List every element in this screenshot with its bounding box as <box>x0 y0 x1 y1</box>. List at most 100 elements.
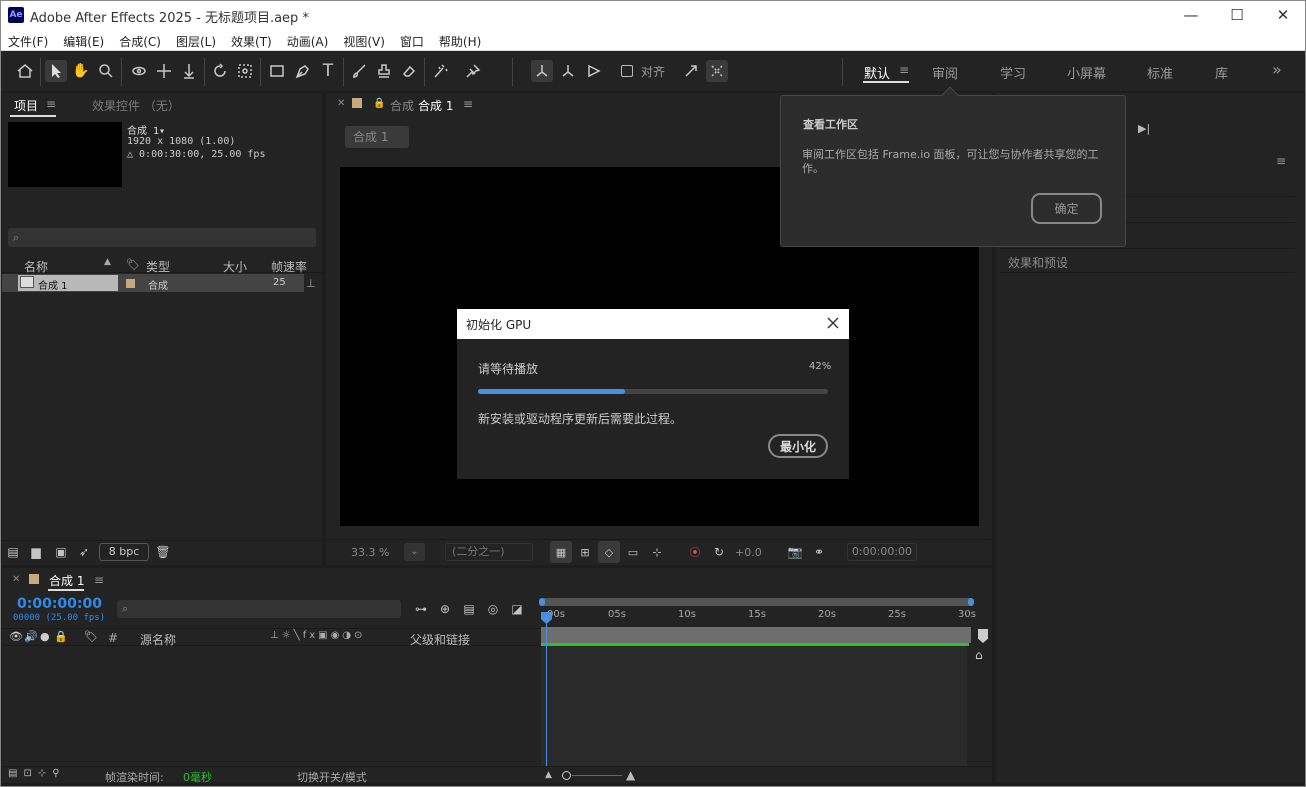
column-frame-rate[interactable]: 帧速率 <box>271 258 307 275</box>
menu-composition[interactable]: 合成(C) <box>111 30 168 50</box>
comp-panel-menu-icon[interactable]: ≡ <box>463 97 473 111</box>
tooltip-ok-button[interactable]: 确定 <box>1031 193 1102 224</box>
magnification-value[interactable]: 33.3 % <box>351 546 389 559</box>
timeline-menu-icon[interactable]: ≡ <box>94 573 104 587</box>
time-ruler[interactable]: 00s 05s 10s 15s 20s 25s 30s <box>541 607 976 627</box>
timeline-tab-name[interactable]: 合成 1 <box>49 572 84 589</box>
frame-blending-icon[interactable]: ◎ <box>482 598 504 620</box>
minimize-button[interactable]: — <box>1168 0 1214 30</box>
work-area-bar[interactable] <box>541 598 974 606</box>
menu-view[interactable]: 视图(V) <box>335 30 392 50</box>
toggle-switches-modes-button[interactable]: 切换开关/模式 <box>297 769 367 785</box>
source-name-column[interactable]: 源名称 <box>140 631 176 648</box>
hide-shy-layers-icon[interactable]: ▤ <box>458 598 480 620</box>
column-type[interactable]: 类型 <box>146 258 170 275</box>
local-axis-mode-icon[interactable] <box>531 60 553 82</box>
snap-grid-icon[interactable] <box>706 60 728 82</box>
tab-effect-controls[interactable]: 效果控件 （无） <box>92 97 180 114</box>
hand-tool-icon[interactable]: ✋ <box>70 60 92 82</box>
pan-behind-tool-icon[interactable] <box>234 60 256 82</box>
selection-tool-icon[interactable] <box>45 60 67 82</box>
chevron-down-icon[interactable]: ⌄ <box>404 543 425 561</box>
column-name[interactable]: 名称 <box>24 258 48 275</box>
clone-stamp-tool-icon[interactable] <box>373 60 395 82</box>
menu-help[interactable]: 帮助(H) <box>431 30 488 50</box>
roto-brush-tool-icon[interactable] <box>430 60 452 82</box>
home-icon[interactable] <box>14 60 36 82</box>
workspace-menu-icon[interactable]: ≡ <box>899 63 909 77</box>
world-axis-mode-icon[interactable] <box>557 60 579 82</box>
minimize-dialog-button[interactable]: 最小化 <box>768 434 828 458</box>
workspace-standard-tab[interactable]: 标准 <box>1147 63 1173 82</box>
orbit-camera-tool-icon[interactable] <box>128 60 150 82</box>
snap-feature-icon[interactable] <box>680 60 702 82</box>
flowchart-icon[interactable]: ⊥ <box>306 277 316 290</box>
close-tab-icon[interactable]: ✕ <box>12 574 20 585</box>
dolly-camera-tool-icon[interactable] <box>178 60 200 82</box>
menu-effect[interactable]: 效果(T) <box>223 30 279 50</box>
draft-3d-icon[interactable]: ⊕ <box>434 598 456 620</box>
timeline-zoom-slider-handle[interactable] <box>562 771 571 780</box>
mask-visibility-icon[interactable]: ◇ <box>598 541 620 563</box>
menu-file[interactable]: 文件(F) <box>0 30 55 50</box>
workspace-review-tab[interactable]: 审阅 <box>932 63 958 82</box>
lock-icon[interactable]: 🔒 <box>373 98 385 109</box>
solo-icon[interactable]: ● <box>40 630 50 643</box>
comp-tab-name[interactable]: 合成 1 <box>418 97 453 114</box>
fast-previews-icon[interactable]: ▦ <box>550 541 572 563</box>
maximize-button[interactable]: ☐ <box>1214 0 1260 30</box>
label-color-swatch[interactable] <box>126 279 135 288</box>
column-size[interactable]: 大小 <box>223 258 247 275</box>
effects-presets-header[interactable]: 效果和预设 <box>1008 254 1068 271</box>
zoom-in-icon[interactable]: ▲ <box>626 768 635 782</box>
label-tag-icon[interactable]: 🏷 <box>84 630 98 643</box>
current-time-display[interactable]: 0:00:00:00 <box>17 596 102 612</box>
new-composition-icon[interactable]: ▣ <box>50 541 72 563</box>
text-tool-icon[interactable]: T <box>317 60 339 82</box>
workspace-overflow-icon[interactable]: » <box>1272 60 1282 79</box>
comp-button-icon[interactable]: ⌂ <box>975 648 983 662</box>
show-snapshot-icon[interactable]: ⚭ <box>808 541 830 563</box>
brush-tool-icon[interactable] <box>348 60 370 82</box>
eraser-tool-icon[interactable] <box>398 60 420 82</box>
menu-edit[interactable]: 编辑(E) <box>55 30 111 50</box>
bpc-button[interactable]: 8 bpc <box>99 543 149 561</box>
view-axis-mode-icon[interactable] <box>583 60 605 82</box>
render-queue-icon[interactable]: ➶ <box>73 541 95 563</box>
snapping-checkbox[interactable] <box>621 65 633 77</box>
rectangle-tool-icon[interactable] <box>266 60 288 82</box>
menu-animation[interactable]: 动画(A) <box>279 30 336 50</box>
timeline-track-area[interactable] <box>541 646 967 766</box>
puppet-pin-tool-icon[interactable] <box>462 60 484 82</box>
audio-speaker-icon[interactable]: 🔊 <box>24 630 38 643</box>
interpret-footage-icon[interactable]: ▤ <box>2 541 24 563</box>
color-channels-icon[interactable]: ⦿ <box>684 541 706 563</box>
viewer-timecode[interactable]: 0:00:00:00 <box>847 543 917 561</box>
transparency-grid-icon[interactable]: ⊞ <box>574 541 596 563</box>
work-area-end-handle[interactable] <box>968 598 974 606</box>
motion-blur-icon[interactable]: ◪ <box>506 598 528 620</box>
workspace-small-screen-tab[interactable]: 小屏幕 <box>1067 63 1106 82</box>
dialog-close-icon[interactable] <box>822 311 844 335</box>
workspace-libraries-tab[interactable]: 库 <box>1215 63 1228 82</box>
timeline-search-input[interactable] <box>117 600 401 618</box>
zoom-out-icon[interactable]: ▲ <box>545 770 552 780</box>
comp-breadcrumb[interactable]: 合成 1 <box>345 126 409 148</box>
pen-tool-icon[interactable] <box>292 60 314 82</box>
right-panel-menu-icon[interactable]: ≡ <box>1276 154 1286 168</box>
snapshot-camera-icon[interactable]: 📷 <box>784 541 806 563</box>
close-window-button[interactable]: ✕ <box>1260 0 1306 30</box>
next-frame-icon[interactable]: ▶| <box>1138 122 1150 135</box>
zoom-tool-icon[interactable] <box>95 60 117 82</box>
close-tab-icon[interactable]: ✕ <box>337 98 345 109</box>
layer-switches-icons[interactable]: ⊥☼╲fx▣◉◑⊙ <box>270 630 365 641</box>
visibility-eye-icon[interactable]: 👁 <box>9 630 23 643</box>
label-tag-icon[interactable]: 🏷 <box>126 258 140 271</box>
selected-item-name[interactable]: 合成 1▾ <box>127 122 165 137</box>
comp-duration-bar[interactable] <box>541 627 971 643</box>
rotation-tool-icon[interactable] <box>209 60 231 82</box>
menu-layer[interactable]: 图层(L) <box>168 30 223 50</box>
timeline-zoom-slider-track[interactable] <box>572 775 622 776</box>
parent-link-column[interactable]: 父级和链接 <box>410 631 470 648</box>
project-panel-menu-icon[interactable]: ≡ <box>46 97 56 111</box>
